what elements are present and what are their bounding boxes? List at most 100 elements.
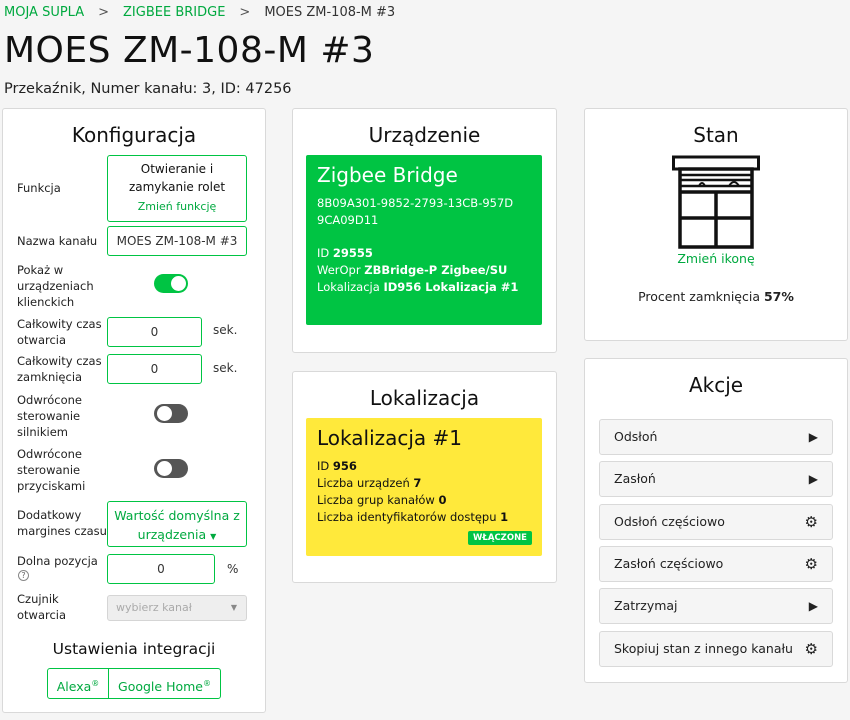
action-uncover-button[interactable]: Odsłoń ▶ [599, 419, 833, 455]
device-location-line: Lokalizacja ID956 Lokalizacja #1 [317, 279, 518, 296]
action-label: Odsłoń [614, 429, 658, 444]
device-id-line: ID 29555 [317, 245, 373, 262]
device-werOpr-value: ZBBridge-P Zigbee/SU [364, 263, 508, 277]
location-groups-line: Liczba grup kanałów 0 [317, 492, 446, 509]
location-id-line: ID 956 [317, 458, 357, 475]
registered-mark: ® [91, 679, 100, 688]
location-id-label: ID [317, 459, 330, 473]
close-time-input[interactable]: 0 [107, 354, 202, 384]
location-devices-line: Liczba urządzeń 7 [317, 475, 421, 492]
location-name: Lokalizacja #1 [317, 426, 463, 450]
play-icon: ▶ [808, 430, 818, 444]
location-card[interactable]: Lokalizacja #1 ID 956 Liczba urządzeń 7 … [306, 418, 542, 556]
page-title: MOES ZM-108-M #3 [4, 30, 375, 71]
margins-label: Dodatkowy margines czasu [17, 508, 107, 538]
breadcrumb-link-home[interactable]: MOJA SUPLA [4, 5, 84, 20]
breadcrumb-link-bridge[interactable]: ZIGBEE BRIDGE [123, 5, 225, 20]
channel-name-input[interactable]: MOES ZM-108-M #3 [107, 226, 247, 256]
location-devices-value: 7 [413, 476, 422, 490]
gear-icon: ⚙ [804, 640, 818, 658]
close-time-unit: sek. [213, 361, 238, 375]
actions-title: Akcje [688, 373, 744, 397]
location-access-label: Liczba identyfikatorów dostępu [317, 510, 497, 524]
sensor-label: Czujnik otwarcia [17, 592, 67, 622]
action-partial-uncover-button[interactable]: Odsłoń częściowo ⚙ [599, 504, 833, 540]
action-cover-button[interactable]: Zasłoń ▶ [599, 461, 833, 497]
action-partial-cover-button[interactable]: Zasłoń częściowo ⚙ [599, 546, 833, 582]
bottom-pos-input[interactable]: 0 [107, 554, 215, 584]
registered-mark: ® [202, 679, 211, 688]
location-access-value: 1 [500, 510, 509, 524]
closing-percent-value: 57% [763, 289, 794, 304]
sensor-placeholder: wybierz kanał [116, 601, 192, 614]
actions-panel: Akcje Odsłoń ▶ Zasłoń ▶ Odsłoń częściowo ⚙ … [584, 358, 848, 683]
config-title: Konfiguracja [71, 123, 197, 147]
action-label: Odsłoń częściowo [614, 514, 725, 529]
closing-percent: Procent zamknięcia 57% [585, 289, 847, 304]
close-time-label: Całkowity czas zamknięcia [17, 354, 102, 384]
reversed-motor-toggle[interactable] [154, 404, 188, 423]
breadcrumb-current: MOES ZM-108-M #3 [264, 5, 396, 20]
state-panel: Stan Zmień ikonę Procent zamknięcia 57% [584, 108, 848, 341]
device-location-label: Lokalizacja [317, 280, 380, 294]
action-label: Skopiuj stan z innego kanału [614, 641, 793, 656]
bottom-pos-unit: % [227, 562, 239, 576]
gear-icon: ⚙ [804, 513, 818, 531]
google-home-button[interactable]: Google Home® [108, 668, 221, 699]
channel-name-label: Nazwa kanału [17, 234, 98, 248]
action-label: Zatrzymaj [614, 598, 678, 613]
reversed-motor-label: Odwrócone sterowanie silnikiem [17, 393, 82, 439]
margins-value: Wartość domyślna z urządzenia [114, 508, 240, 542]
location-groups-value: 0 [438, 493, 447, 507]
breadcrumb-separator: > [239, 5, 251, 20]
reversed-buttons-label: Odwrócone sterowanie przyciskami [17, 447, 86, 493]
action-label: Zasłoń częściowo [614, 556, 724, 571]
function-box: Otwieranie i zamykanie rolet Zmień funkc… [107, 155, 247, 222]
open-time-input[interactable]: 0 [107, 317, 202, 347]
toggle-knob [157, 406, 172, 421]
play-icon: ▶ [808, 472, 818, 486]
action-copy-state-button[interactable]: Skopiuj stan z innego kanału ⚙ [599, 631, 833, 667]
function-value: Otwieranie i zamykanie rolet [128, 162, 226, 194]
roller-blind-window-icon [672, 155, 760, 249]
device-card[interactable]: Zigbee Bridge 8B09A301-9852-2793-13CB-95… [306, 155, 542, 325]
toggle-knob [157, 461, 172, 476]
status-badge: WŁĄCZONE [468, 531, 532, 545]
breadcrumb: MOJA SUPLA > ZIGBEE BRIDGE > MOES ZM-108… [4, 5, 395, 20]
open-time-unit: sek. [213, 323, 238, 337]
device-werOpr-line: WerOpr ZBBridge-P Zigbee/SU [317, 262, 507, 279]
location-devices-label: Liczba urządzeń [317, 476, 410, 490]
action-label: Zasłoń [614, 471, 656, 486]
device-title: Urządzenie [368, 123, 481, 147]
toggle-knob [171, 276, 186, 291]
state-title: Stan [693, 123, 739, 147]
help-icon[interactable]: ? [18, 570, 29, 581]
device-id-value: 29555 [332, 246, 373, 260]
change-icon-link[interactable]: Zmień ikonę [585, 251, 847, 266]
play-icon: ▶ [808, 599, 818, 613]
integrations-title: Ustawienia integracji [52, 640, 216, 658]
change-function-link[interactable]: Zmień funkcję [108, 200, 246, 213]
breadcrumb-separator: > [98, 5, 110, 20]
function-label: Funkcja [17, 181, 61, 195]
device-name: Zigbee Bridge [317, 163, 458, 187]
caret-down-icon: ▼ [210, 532, 217, 541]
bottom-pos-label: Dolna pozycja [17, 554, 98, 568]
device-id-label: ID [317, 246, 330, 260]
reversed-buttons-toggle[interactable] [154, 459, 188, 478]
action-stop-button[interactable]: Zatrzymaj ▶ [599, 588, 833, 624]
google-home-label: Google Home [118, 679, 203, 695]
location-access-line: Liczba identyfikatorów dostępu 1 [317, 509, 508, 526]
sensor-select[interactable]: wybierz kanał ▼ [107, 595, 247, 621]
show-in-clients-toggle[interactable] [154, 274, 188, 293]
alexa-button[interactable]: Alexa® [47, 668, 109, 699]
gear-icon: ⚙ [804, 555, 818, 573]
device-werOpr-label: WerOpr [317, 263, 361, 277]
location-title: Lokalizacja [369, 386, 480, 410]
alexa-label: Alexa [56, 679, 92, 695]
location-id-value: 956 [332, 459, 357, 473]
caret-down-icon: ▼ [230, 603, 237, 612]
margins-dropdown[interactable]: Wartość domyślna z urządzenia ▼ [107, 501, 247, 547]
open-time-label: Całkowity czas otwarcia [17, 317, 102, 347]
location-groups-label: Liczba grup kanałów [317, 493, 435, 507]
